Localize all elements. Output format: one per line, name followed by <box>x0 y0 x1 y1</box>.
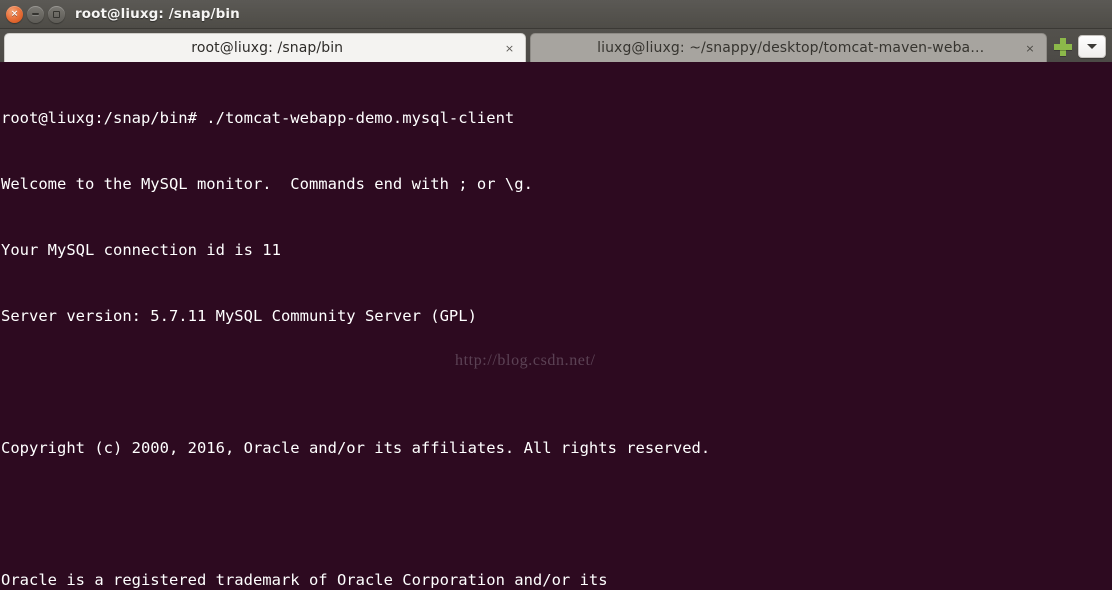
window-title: root@liuxg: /snap/bin <box>75 6 240 22</box>
terminal-text: root@liuxg:/snap/bin# ./tomcat-webapp-de… <box>0 63 1112 590</box>
terminal-window: × root@liuxg: /snap/bin root@liuxg: /sna… <box>0 0 1112 590</box>
terminal-line: Copyright (c) 2000, 2016, Oracle and/or … <box>1 439 711 457</box>
terminal-line: Oracle is a registered trademark of Orac… <box>1 571 608 589</box>
chevron-down-icon <box>1087 44 1097 49</box>
maximize-window-icon[interactable] <box>48 5 65 23</box>
terminal-output-area[interactable]: root@liuxg:/snap/bin# ./tomcat-webapp-de… <box>0 62 1112 590</box>
title-bar[interactable]: × root@liuxg: /snap/bin <box>0 0 1112 29</box>
terminal-line: root@liuxg:/snap/bin# ./tomcat-webapp-de… <box>1 109 515 127</box>
close-tab-icon[interactable]: × <box>1023 41 1037 55</box>
close-window-icon[interactable]: × <box>6 5 23 23</box>
tab-bar: root@liuxg: /snap/bin × liuxg@liuxg: ~/s… <box>0 29 1112 62</box>
tab-list-dropdown-button[interactable] <box>1078 35 1106 58</box>
maximize-glyph <box>53 10 60 18</box>
tab-liuxg-tomcat-maven-webapp[interactable]: liuxg@liuxg: ~/snappy/desktop/tomcat-mav… <box>530 33 1047 62</box>
plus-horizontal-bar <box>1054 43 1072 50</box>
terminal-line: Your MySQL connection id is 11 <box>1 241 281 259</box>
tab-bar-controls <box>1047 35 1112 62</box>
close-tab-icon[interactable]: × <box>502 41 516 55</box>
minimize-glyph <box>32 13 39 15</box>
tab-label: liuxg@liuxg: ~/snappy/desktop/tomcat-mav… <box>597 40 985 56</box>
terminal-line: Server version: 5.7.11 MySQL Community S… <box>1 307 477 325</box>
tab-root-snap-bin[interactable]: root@liuxg: /snap/bin × <box>4 33 527 62</box>
terminal-line: Welcome to the MySQL monitor. Commands e… <box>1 175 533 193</box>
window-controls: × <box>0 5 65 23</box>
tab-label: root@liuxg: /snap/bin <box>191 40 344 56</box>
new-tab-icon[interactable] <box>1053 37 1073 57</box>
minimize-window-icon[interactable] <box>27 5 44 23</box>
